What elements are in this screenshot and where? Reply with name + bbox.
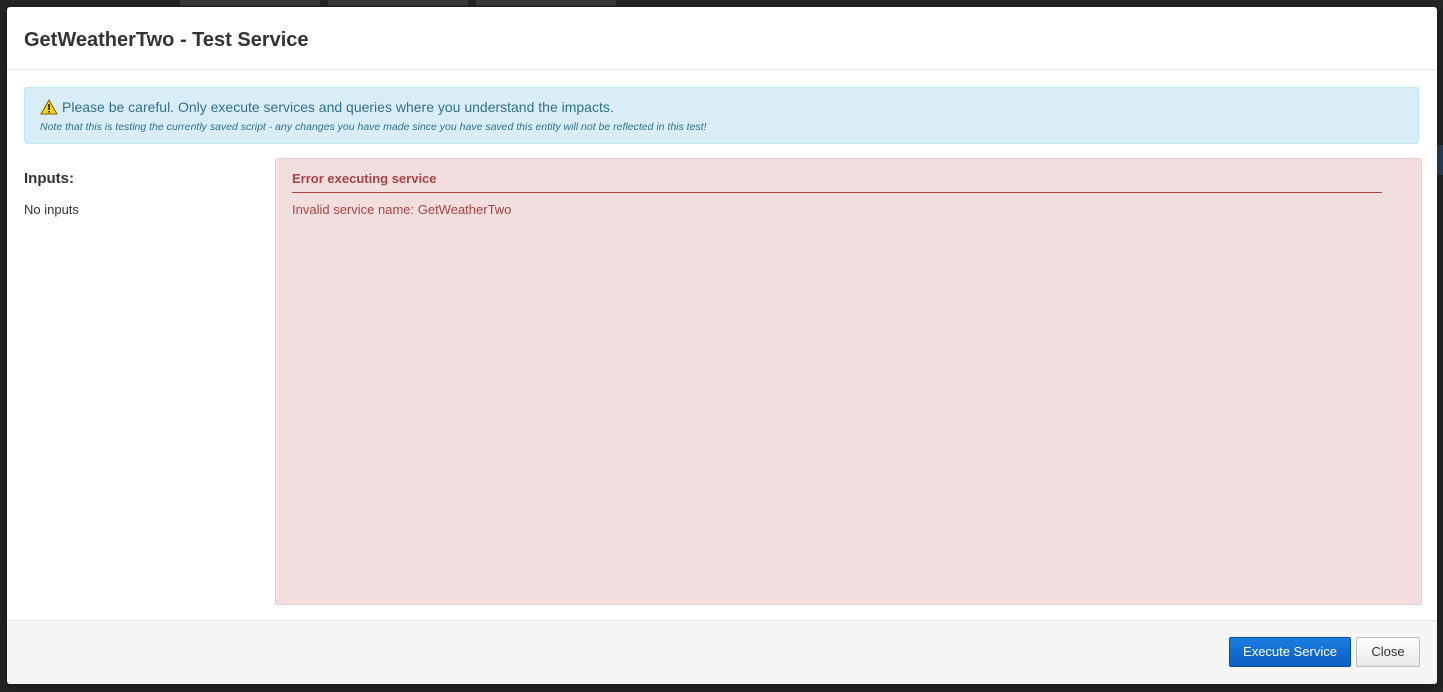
execute-service-button[interactable]: Execute Service (1229, 637, 1351, 667)
close-button[interactable]: Close (1356, 637, 1420, 667)
background-tabs (180, 0, 616, 7)
error-title: Error executing service (292, 171, 437, 186)
warning-message: Please be careful. Only execute services… (62, 99, 614, 115)
inputs-empty-text: No inputs (24, 202, 79, 217)
result-error-panel: Error executing service Invalid service … (275, 158, 1422, 605)
background-tab (476, 0, 616, 6)
warning-notice: Please be careful. Only execute services… (24, 87, 1419, 144)
dialog-footer: Execute Service Close (7, 620, 1437, 684)
inputs-heading: Inputs: (24, 170, 74, 187)
background-tab (328, 0, 468, 6)
warning-icon (40, 98, 58, 115)
background-tab (180, 0, 320, 6)
background-edge (1436, 145, 1443, 175)
error-divider (292, 192, 1382, 193)
warning-message-row: Please be careful. Only execute services… (40, 98, 614, 115)
test-service-dialog: GetWeatherTwo - Test Service Please be c… (7, 7, 1437, 684)
error-message: Invalid service name: GetWeatherTwo (292, 202, 512, 217)
dialog-title: GetWeatherTwo - Test Service (24, 29, 309, 51)
warning-note: Note that this is testing the currently … (40, 121, 707, 133)
dialog-header: GetWeatherTwo - Test Service (7, 7, 1437, 70)
